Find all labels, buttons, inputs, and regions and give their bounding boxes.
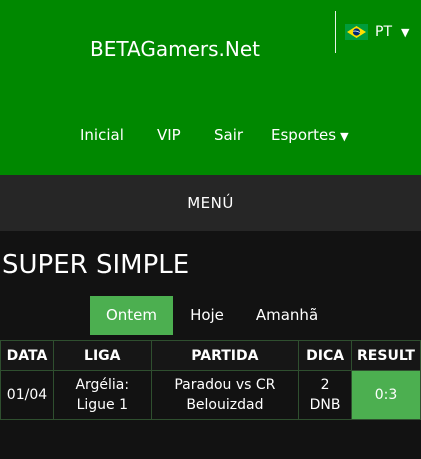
cell-partida-line: Paradou vs CR bbox=[174, 377, 276, 393]
cell-liga-line: Ligue 1 bbox=[76, 397, 128, 413]
column-header-dica: DICA bbox=[298, 340, 353, 371]
table-header-row: DATA LIGA PARTIDA DICA RESULT bbox=[0, 340, 421, 371]
nav-inicial[interactable]: Inicial bbox=[80, 126, 124, 144]
language-code: PT bbox=[375, 24, 392, 40]
column-header-partida: PARTIDA bbox=[150, 340, 300, 371]
cell-partida-line: Belouizdad bbox=[186, 397, 264, 413]
caret-down-icon: ▼ bbox=[340, 130, 349, 143]
column-header-liga: LIGA bbox=[52, 340, 152, 371]
cell-liga-line: Argélia: bbox=[75, 377, 130, 393]
cell-partida: Paradou vs CR Belouizdad bbox=[150, 370, 300, 420]
cell-result: 0:3 bbox=[351, 370, 421, 420]
nav-vip[interactable]: VIP bbox=[157, 126, 181, 144]
tab-hoje[interactable]: Hoje bbox=[177, 296, 237, 335]
cell-dica: 2 DNB bbox=[298, 370, 353, 420]
tab-amanha[interactable]: Amanhã bbox=[245, 296, 329, 335]
brazil-flag-icon bbox=[345, 24, 368, 40]
caret-down-icon: ▼ bbox=[401, 25, 410, 39]
header-divider bbox=[335, 11, 336, 53]
column-header-result: RESULT bbox=[351, 340, 421, 371]
language-selector[interactable]: PT ▼ bbox=[345, 24, 409, 40]
nav-sair[interactable]: Sair bbox=[214, 126, 243, 144]
cell-dica-line: 2 bbox=[320, 377, 330, 393]
tips-table: DATA LIGA PARTIDA DICA RESULT 01/04 Argé… bbox=[0, 340, 421, 420]
menu-toggle[interactable]: MENÚ bbox=[0, 175, 421, 231]
nav-esportes-label: Esportes bbox=[271, 126, 337, 144]
cell-liga: Argélia: Ligue 1 bbox=[52, 370, 152, 420]
table-row: 01/04 Argélia: Ligue 1 Paradou vs CR Belou… bbox=[0, 370, 421, 420]
tab-ontem[interactable]: Ontem bbox=[90, 296, 173, 335]
page-title: SUPER SIMPLE bbox=[2, 250, 190, 280]
menu-label: MENÚ bbox=[187, 194, 234, 212]
cell-dica-line: DNB bbox=[309, 397, 341, 413]
site-header: BETAGamers.Net PT ▼ Inicial VIP Sair Esp… bbox=[0, 0, 421, 175]
nav-esportes[interactable]: Esportes ▼ bbox=[271, 126, 349, 144]
cell-data: 01/04 bbox=[0, 370, 54, 420]
brand-logo-text[interactable]: BETAGamers.Net bbox=[90, 37, 260, 61]
column-header-data: DATA bbox=[0, 340, 54, 371]
